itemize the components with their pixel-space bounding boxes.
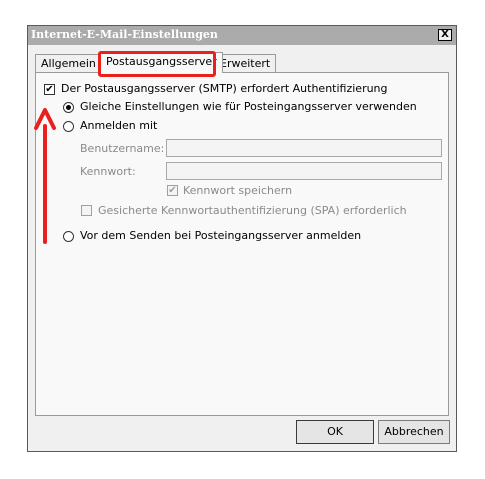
login-before-send-label[interactable]: Vor dem Senden bei Posteingangsserver an… [80, 229, 361, 242]
login-with-radio[interactable] [63, 121, 74, 132]
tab-panel: ✔ Der Postausgangsserver (SMTP) erforder… [35, 72, 449, 416]
title-bar[interactable]: Internet-E-Mail-Einstellungen X [28, 26, 456, 45]
password-field[interactable] [166, 162, 442, 180]
password-label: Kennwort: [80, 165, 136, 178]
tab-advanced-label: Erweitert [220, 57, 271, 70]
email-settings-dialog: Internet-E-Mail-Einstellungen X Allgemei… [27, 25, 457, 452]
save-password-checkbox[interactable]: ✔ [167, 185, 178, 196]
cancel-button[interactable]: Abbrechen [378, 420, 450, 444]
save-password-label[interactable]: Kennwort speichern [183, 184, 292, 197]
ok-button[interactable]: OK [296, 420, 374, 444]
close-button[interactable]: X [438, 29, 452, 41]
same-settings-label[interactable]: Gleiche Einstellungen wie für Posteingan… [80, 100, 417, 113]
smtp-auth-label[interactable]: Der Postausgangsserver (SMTP) erfordert … [61, 82, 388, 95]
spa-checkbox[interactable] [81, 205, 92, 216]
tab-advanced[interactable]: Erweitert [214, 54, 277, 72]
same-settings-radio[interactable] [63, 102, 74, 113]
login-with-label[interactable]: Anmelden mit [80, 119, 157, 132]
login-before-send-radio[interactable] [63, 231, 74, 242]
smtp-auth-checkbox[interactable]: ✔ [44, 84, 55, 95]
spa-label[interactable]: Gesicherte Kennwortauthentifizierung (SP… [98, 204, 407, 217]
tab-general-label: Allgemein [41, 57, 96, 70]
username-label: Benutzername: [80, 142, 165, 155]
dialog-title: Internet-E-Mail-Einstellungen [31, 28, 218, 41]
tab-highlight-annotation [98, 51, 216, 77]
tab-general[interactable]: Allgemein [35, 54, 102, 72]
username-field[interactable] [166, 139, 442, 157]
